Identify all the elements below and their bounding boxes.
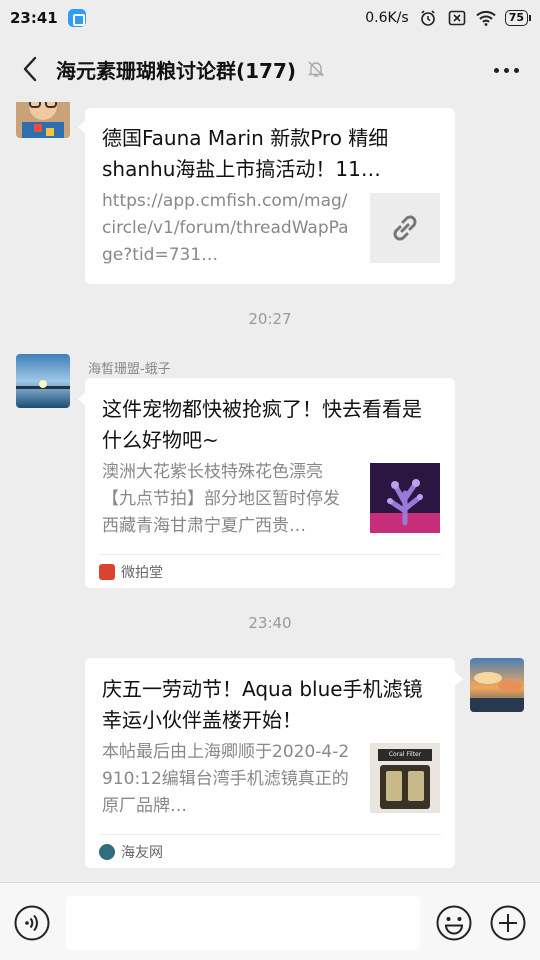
chat-title: 海元素珊瑚粮讨论群(177) [56,58,297,83]
bubble-tail [455,672,463,686]
weipaitang-icon [99,563,115,580]
self-avatar[interactable] [470,658,524,712]
wifi-icon [475,10,496,26]
more-functions-button[interactable] [490,905,526,941]
sender-name: 海皙珊盟-蛾子 [88,362,171,377]
input-bar [0,882,540,960]
link-icon [393,215,417,241]
card-description: https://app.cmfish.com/mag/circle/v1/for… [102,191,349,265]
card-title: 这件宠物都快被抢疯了！快去看看是什么好物吧~ [102,397,422,452]
card-description: 澳洲大花紫长枝特殊花色漂亮【九点节拍】部分地区暂时停发西藏青海甘肃宁夏广西贵… [102,462,340,536]
plus-icon [490,905,526,941]
link-thumbnail [370,193,440,263]
mute-bell-icon [307,61,325,77]
back-button[interactable] [6,45,54,93]
chat-area[interactable]: 德国Fauna Marin 新款Pro 精细shanhu海盐上市搞活动！11… … [0,102,540,882]
link-card[interactable]: 这件宠物都快被抢疯了！快去看看是什么好物吧~ 澳洲大花紫长枝特殊花色漂亮【九点节… [85,378,455,588]
sender-avatar[interactable] [16,102,70,138]
card-source: 海友网 [99,834,441,868]
dot-icon [503,67,509,73]
smiley-icon [436,905,472,941]
coral-thumbnail [370,463,440,533]
card-title: 庆五一劳动节！Aqua blue手机滤镜幸运小伙伴盖楼开始！ [102,677,423,732]
link-card[interactable]: 德国Fauna Marin 新款Pro 精细shanhu海盐上市搞活动！11… … [85,108,455,284]
sim-off-icon [447,10,467,26]
net-speed: 0.6K/s [365,10,409,26]
status-bar: 23:41 0.6K/s 75 [0,0,540,36]
more-options-button[interactable] [486,50,526,90]
status-right: 0.6K/s 75 [365,10,532,26]
product-label: Coral Filter [378,749,432,761]
voice-icon [14,905,50,941]
sender-avatar[interactable] [16,354,70,408]
chat-header: 海元素珊瑚粮讨论群(177) [0,36,540,102]
battery-indicator: 75 [504,10,532,26]
card-source-name: 海友网 [121,844,163,861]
notification-app-icon [67,9,86,27]
dot-icon [493,67,499,73]
emoji-button[interactable] [436,905,472,941]
voice-input-button[interactable] [14,905,50,941]
message-timestamp: 23:40 [248,614,292,632]
card-source-name: 微拍堂 [121,564,163,581]
dot-icon [513,67,519,73]
link-card[interactable]: 庆五一劳动节！Aqua blue手机滤镜幸运小伙伴盖楼开始！ 本帖最后由上海卿顺… [85,658,455,868]
card-title: 德国Fauna Marin 新款Pro 精细shanhu海盐上市搞活动！11… [102,126,389,181]
message-input[interactable] [66,896,420,950]
card-source: 微拍堂 [99,554,441,588]
status-time: 23:41 [10,9,58,27]
card-description: 本帖最后由上海卿顺于2020-4-2910:12编辑台湾手机滤镜真正的原厂品牌… [102,742,350,816]
haiyouwang-icon [99,843,115,860]
alarm-icon [418,10,438,26]
message-timestamp: 20:27 [248,310,292,328]
chevron-left-icon [23,56,37,82]
product-thumbnail: Coral Filter [370,743,440,813]
